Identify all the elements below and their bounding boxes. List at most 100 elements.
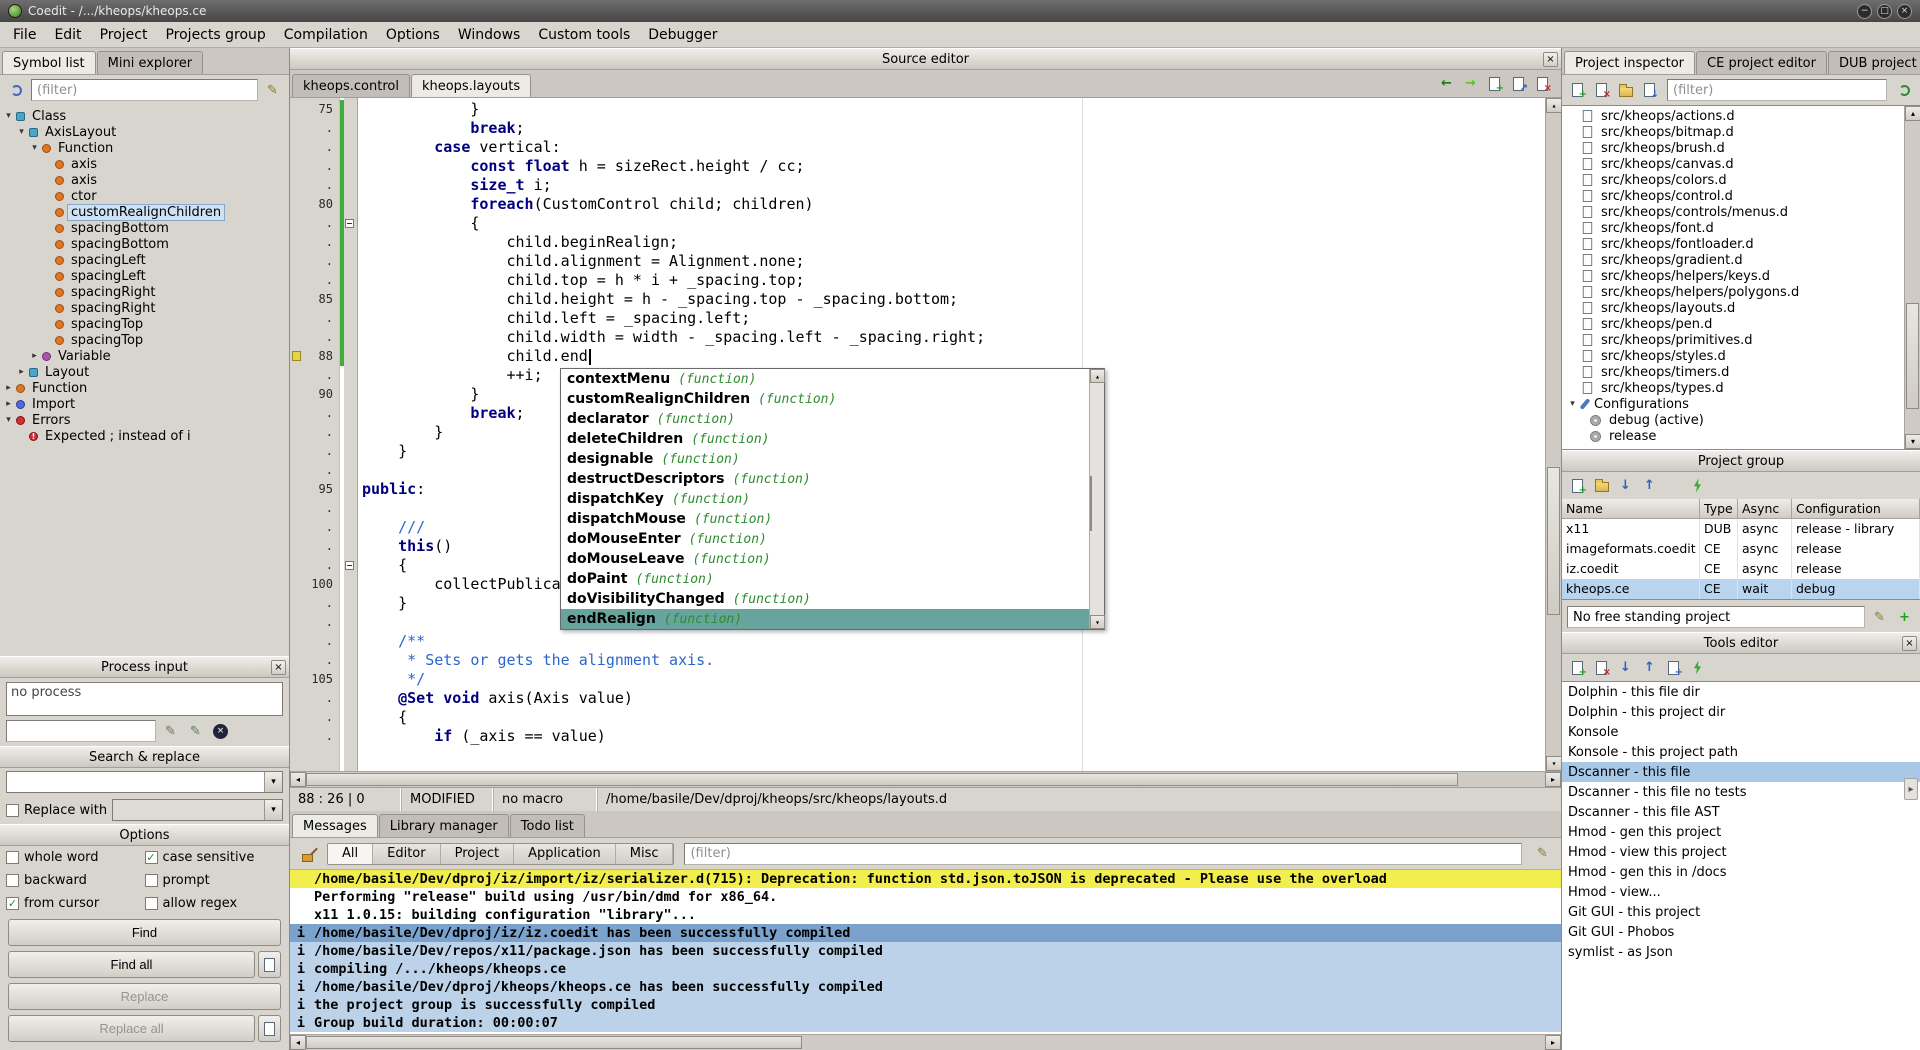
tab-messages[interactable]: Messages [292,814,378,837]
scroll-up-icon[interactable]: ▴ [1905,106,1920,121]
completion-item-designable[interactable]: designable(function) [561,449,1089,469]
tree-item-spacingleft[interactable]: spacingLeft [0,268,289,284]
completion-item-domouseleave[interactable]: doMouseLeave(function) [561,549,1089,569]
add-project-icon[interactable]: + [1567,475,1588,496]
scroll-right-icon[interactable]: ▸ [1545,772,1561,787]
file-item-src-kheops-colors-d[interactable]: src/kheops/colors.d [1562,172,1904,188]
scroll-left-icon[interactable]: ◂ [290,772,306,787]
editor-line[interactable]: . child.left = _spacing.left; [290,309,1545,328]
tree-item-spacingright[interactable]: spacingRight [0,284,289,300]
move-down-icon[interactable]: ↓ [1615,657,1636,678]
scroll-down-icon[interactable]: ▾ [1905,434,1920,449]
tree-item-spacingtop[interactable]: spacingTop [0,316,289,332]
add-tool-icon[interactable]: + [1567,657,1588,678]
editor-line[interactable]: . /** [290,632,1545,651]
tab-mini-explorer[interactable]: Mini explorer [97,51,204,74]
tool-item-konsole[interactable]: Konsole [1562,722,1920,742]
tree-item-configurations[interactable]: ▾Configurations [1562,396,1904,412]
close-file-icon[interactable]: × [1532,73,1553,94]
tree-item-spacingleft[interactable]: spacingLeft [0,252,289,268]
tree-item-spacingtop[interactable]: spacingTop [0,332,289,348]
editor-line[interactable]: . break; [290,119,1545,138]
tree-vscrollbar[interactable]: ▴ ▾ [1904,106,1920,449]
tool-item-symlist-as-json[interactable]: symlist - as Json [1562,942,1920,962]
replace-with-checkbox[interactable] [6,804,19,817]
completion-item-dispatchmouse[interactable]: dispatchMouse(function) [561,509,1089,529]
tool-item-dscanner-this-file-no-tests[interactable]: Dscanner - this file no tests [1562,782,1920,802]
scroll-up-icon[interactable]: ▴ [1546,98,1561,113]
completion-item-dovisibilitychanged[interactable]: doVisibilityChanged(function) [561,589,1089,609]
editor-line[interactable]: . child.alignment = Alignment.none; [290,252,1545,271]
replace-with-combo[interactable]: ▾ [112,799,283,821]
go-back-icon[interactable]: ← [1436,73,1457,94]
completion-item-dopaint[interactable]: doPaint(function) [561,569,1089,589]
project-row-kheops-ce[interactable]: kheops.ceCEwaitdebug [1562,579,1920,599]
tool-item-dscanner-this-file[interactable]: Dscanner - this file [1562,762,1920,782]
refresh-icon[interactable] [6,80,27,101]
completion-scrollbar[interactable]: ▴ ▾ [1089,369,1104,629]
file-item-src-kheops-styles-d[interactable]: src/kheops/styles.d [1562,348,1904,364]
tree-expand-icon[interactable]: ▸ [2,383,15,393]
chevron-down-icon[interactable]: ▾ [264,800,282,820]
option-prompt[interactable]: prompt [145,873,284,888]
editor-line[interactable]: . { [290,214,1545,233]
message-row[interactable]: i/home/basile/Dev/dproj/kheops/kheops.ce… [290,978,1561,996]
editor-line[interactable]: 80 foreach(CustomControl child; children… [290,195,1545,214]
editor-line[interactable]: 75 } [290,100,1545,119]
move-up-icon[interactable]: ↑ [1639,657,1660,678]
completion-item-dispatchkey[interactable]: dispatchKey(function) [561,489,1089,509]
process-input-close-icon[interactable]: × [271,660,286,675]
editor-line[interactable]: . size_t i; [290,176,1545,195]
tab-kheops-control[interactable]: kheops.control [292,74,410,97]
open-folder-icon[interactable] [1615,80,1636,101]
option-from-cursor[interactable]: ✓from cursor [6,896,145,911]
tool-item-hmod-view[interactable]: Hmod - view... [1562,882,1920,902]
checkbox-allow-regex[interactable] [145,897,158,910]
tree-item-layout[interactable]: ▸Layout [0,364,289,380]
chevron-down-icon[interactable]: ▾ [264,772,282,792]
message-row[interactable]: icompiling /.../kheops/kheops.ce [290,960,1561,978]
open-project-icon[interactable] [1591,475,1612,496]
option-case-sensitive[interactable]: ✓case sensitive [145,850,284,865]
tree-item-ctor[interactable]: ctor [0,188,289,204]
tool-item-dolphin-this-project-dir[interactable]: Dolphin - this project dir [1562,702,1920,722]
tab-dub-project-editor[interactable]: DUB project editor [1828,51,1920,74]
project-row-x11[interactable]: x11DUBasyncrelease - library [1562,519,1920,539]
send-file-icon[interactable]: ✎ [185,721,206,742]
move-down-icon[interactable]: ↓ [1615,475,1636,496]
tree-expand-icon[interactable]: ▾ [15,127,28,137]
tree-item-errors[interactable]: ▾Errors [0,412,289,428]
project-row-iz-coedit[interactable]: iz.coeditCEasyncrelease [1562,559,1920,579]
tool-item-hmod-gen-this-in-docs[interactable]: Hmod - gen this in /docs [1562,862,1920,882]
menu-item-compilation[interactable]: Compilation [275,24,377,46]
tool-item-hmod-gen-this-project[interactable]: Hmod - gen this project [1562,822,1920,842]
menu-item-windows[interactable]: Windows [449,24,530,46]
tree-expand-icon[interactable]: ▾ [28,143,41,153]
file-item-src-kheops-primitives-d[interactable]: src/kheops/primitives.d [1562,332,1904,348]
filter-misc[interactable]: Misc [616,844,674,864]
tools-editor-close-icon[interactable]: × [1902,636,1917,651]
file-item-src-kheops-bitmap-d[interactable]: src/kheops/bitmap.d [1562,124,1904,140]
editor-line[interactable]: 85 child.height = h - _spacing.top - _sp… [290,290,1545,309]
config-item-debug-active[interactable]: debug (active) [1562,412,1904,428]
editor-hscrollbar[interactable]: ◂ ▸ [290,771,1561,787]
completion-item-domouseenter[interactable]: doMouseEnter(function) [561,529,1089,549]
filter-editor[interactable]: Editor [373,844,440,864]
file-item-src-kheops-timers-d[interactable]: src/kheops/timers.d [1562,364,1904,380]
tree-item-function[interactable]: ▾Function [0,140,289,156]
file-item-src-kheops-layouts-d[interactable]: src/kheops/layouts.d [1562,300,1904,316]
inspector-filter-input[interactable] [1667,79,1887,101]
completion-item-customrealignchildren[interactable]: customRealignChildren(function) [561,389,1089,409]
list-results-icon[interactable] [258,951,281,978]
message-row[interactable]: iGroup build duration: 00:00:07 [290,1014,1561,1032]
editor-line[interactable]: 88 child.end [290,347,1545,366]
tree-item-function[interactable]: ▸Function [0,380,289,396]
tab-todo-list[interactable]: Todo list [510,814,585,837]
file-item-src-kheops-brush-d[interactable]: src/kheops/brush.d [1562,140,1904,156]
tab-library-manager[interactable]: Library manager [379,814,509,837]
save-project-icon[interactable]: ↓ [1639,80,1660,101]
scroll-down-icon[interactable]: ▾ [1090,615,1105,629]
tree-expand-icon[interactable]: ▾ [1566,399,1579,409]
editor-line[interactable]: . child.beginRealign; [290,233,1545,252]
checkbox-case-sensitive[interactable]: ✓ [145,851,158,864]
